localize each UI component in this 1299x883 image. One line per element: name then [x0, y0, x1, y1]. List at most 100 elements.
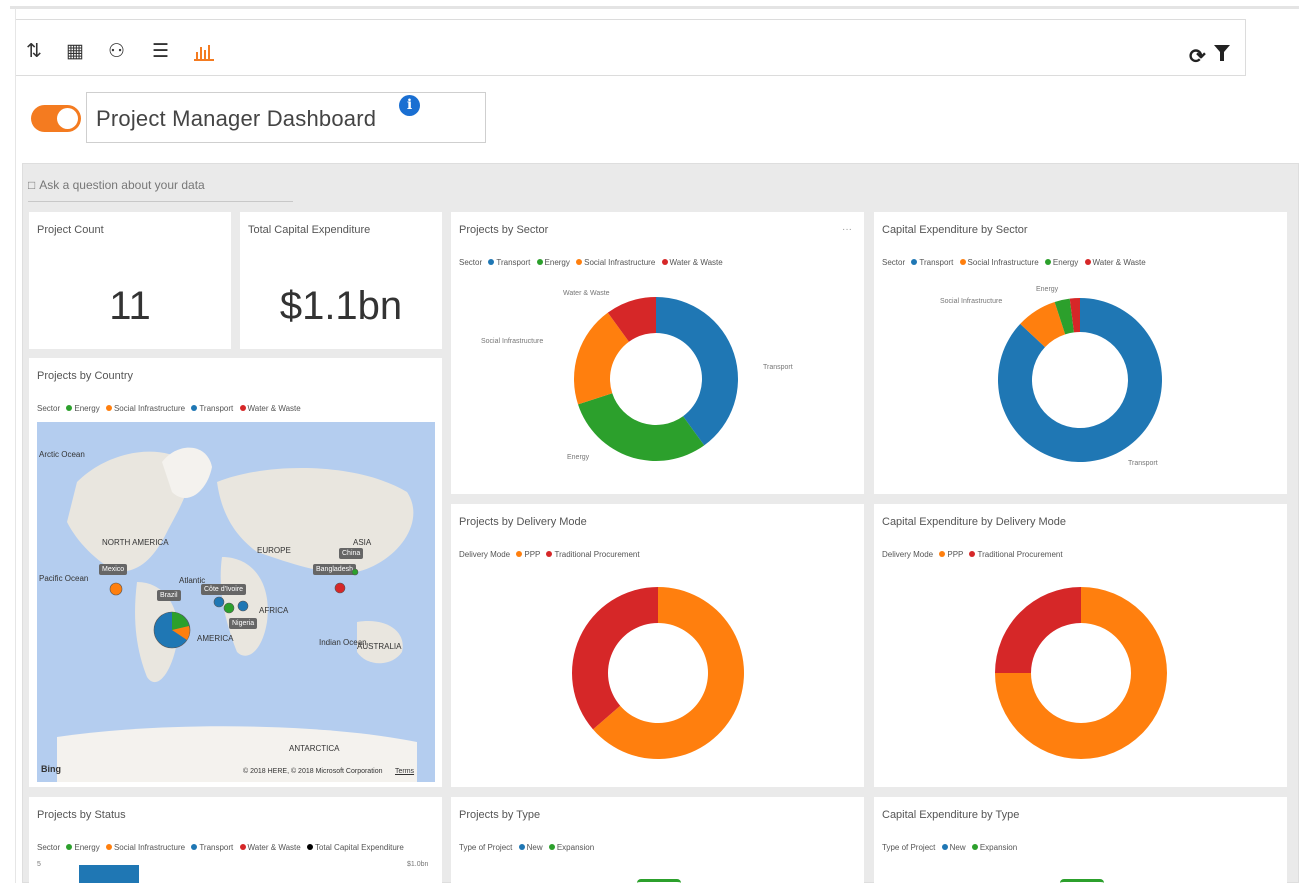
tile-title: Projects by Country	[37, 370, 133, 382]
legend-item: Expansion	[979, 843, 1018, 852]
donut-slice-traditional-procurement[interactable]	[572, 587, 658, 730]
legend-dot	[959, 259, 966, 265]
slice-label-water: Water & Waste	[563, 290, 610, 297]
toolbar: ⇅ ▦ ⚇ ☰ ⟳	[16, 19, 1246, 76]
legend-dot	[1084, 259, 1091, 265]
legend-item: Water & Waste	[1092, 258, 1146, 267]
qa-input[interactable]: □ Ask a question about your data	[28, 178, 293, 202]
legend-title: Sector	[459, 258, 483, 267]
tile-title: Total Capital Expenditure	[248, 224, 371, 236]
legend-item: Water & Waste	[247, 404, 301, 413]
tile-projects-by-type[interactable]: Projects by Type Type of Project New Exp…	[451, 797, 864, 883]
legend-item: Social Infrastructure	[113, 843, 186, 852]
legend-item: Social Infrastructure	[967, 258, 1039, 267]
filter-glyph	[1214, 45, 1230, 61]
tile-projects-by-sector[interactable]: Projects by Sector ··· Sector Transport …	[451, 212, 864, 494]
map-terms-link[interactable]: Terms	[395, 768, 414, 775]
tile-capex-by-type[interactable]: Capital Expenditure by Type Type of Proj…	[874, 797, 1287, 883]
legend-title: Type of Project	[459, 843, 513, 852]
page-title: Project Manager Dashboard	[96, 106, 377, 131]
legend-dot	[548, 844, 555, 850]
legend-item: Social Infrastructure	[584, 258, 656, 267]
legend-dot	[1044, 259, 1051, 265]
users-icon[interactable]: ⚇	[108, 42, 125, 62]
legend-item: Transport	[199, 843, 234, 852]
slice-label-energy: Energy	[1036, 286, 1059, 293]
kpi-value: $1.1bn	[279, 284, 403, 328]
tile-project-count[interactable]: Project Count 11	[29, 212, 231, 349]
legend-dot	[66, 405, 73, 411]
donut-capex-by-delivery[interactable]	[994, 586, 1168, 760]
legend-dot	[939, 551, 946, 557]
tile-projects-by-country[interactable]: Projects by Country Sector Energy Social…	[29, 358, 442, 787]
legend-dot	[306, 844, 313, 850]
legend-item: Transport	[919, 258, 954, 267]
legend-title: Delivery Mode	[882, 550, 934, 559]
legend-title: Sector	[37, 843, 61, 852]
bubble-cote	[213, 596, 225, 608]
legend-dot	[941, 844, 948, 850]
tile-capex-by-delivery[interactable]: Capital Expenditure by Delivery Mode Del…	[874, 504, 1287, 787]
dashboard-toggle[interactable]	[31, 105, 81, 132]
tile-total-capex[interactable]: Total Capital Expenditure $1.1bn	[240, 212, 442, 349]
legend-item: New	[949, 843, 966, 852]
legend-item: Traditional Procurement	[554, 550, 640, 559]
legend-dot	[191, 844, 198, 850]
legend-item: Water & Waste	[247, 843, 301, 852]
legend-dot	[546, 551, 553, 557]
legend-item: PPP	[947, 550, 964, 559]
donut-projects-by-sector[interactable]	[571, 294, 741, 464]
legend-item: Water & Waste	[669, 258, 723, 267]
slice-label-transport: Transport	[763, 364, 793, 371]
tile-title: Projects by Sector	[459, 224, 549, 236]
tile-capex-by-sector[interactable]: Capital Expenditure by Sector Sector Tra…	[874, 212, 1287, 494]
tile-title: Projects by Delivery Mode	[459, 516, 587, 528]
top-border	[10, 6, 1299, 9]
legend-item: Traditional Procurement	[977, 550, 1063, 559]
tile-title: Projects by Status	[37, 809, 126, 821]
legend-title: Delivery Mode	[459, 550, 511, 559]
legend-dot	[661, 259, 668, 265]
bubble-mexico	[109, 582, 123, 596]
legend-item: Energy	[74, 843, 100, 852]
bubble-nigeria	[237, 600, 249, 612]
tile-projects-by-delivery[interactable]: Projects by Delivery Mode Delivery Mode …	[451, 504, 864, 787]
donut-slice-traditional-procurement[interactable]	[995, 587, 1081, 673]
list-icon[interactable]: ☰	[152, 42, 169, 62]
legend: Delivery Mode PPP Traditional Procuremen…	[459, 550, 640, 559]
status-bar[interactable]	[79, 865, 139, 883]
legend: Sector Transport Energy Social Infrastru…	[459, 258, 723, 267]
legend-item: New	[526, 843, 543, 852]
legend-dot	[105, 844, 112, 850]
legend: Type of Project New Expansion	[459, 843, 594, 852]
legend-item: PPP	[524, 550, 541, 559]
legend-dot	[488, 259, 495, 265]
legend-dot	[576, 259, 583, 265]
donut-capex-by-sector[interactable]	[996, 296, 1164, 464]
bar-chart-glyph	[194, 45, 214, 61]
tile-title: Project Count	[37, 224, 104, 236]
world-map[interactable]: Arctic Ocean NORTH AMERICA EUROPE ASIA P…	[37, 422, 435, 782]
bar-chart-icon[interactable]	[194, 42, 216, 67]
filter-icon[interactable]	[1214, 44, 1230, 68]
donut-slice-transport[interactable]	[656, 297, 738, 446]
slice-label-social: Social Infrastructure	[940, 298, 1003, 305]
map-copyright: © 2018 HERE, © 2018 Microsoft Corporatio…	[243, 768, 383, 775]
legend-item: Social Infrastructure	[113, 404, 186, 413]
bing-logo[interactable]: Bing	[41, 764, 61, 774]
legend-item: Transport	[496, 258, 531, 267]
bubble-bangladesh	[334, 582, 346, 594]
calendar-icon[interactable]: ▦	[66, 42, 84, 62]
tile-projects-by-status[interactable]: Projects by Status Sector Energy Social …	[29, 797, 442, 883]
slice-label-energy: Energy	[567, 454, 590, 461]
donut-slice-energy[interactable]	[578, 393, 705, 461]
left-border	[15, 8, 16, 883]
legend-dot	[239, 405, 246, 411]
info-icon[interactable]: i	[399, 95, 420, 116]
more-options-icon[interactable]: ···	[842, 224, 852, 235]
donut-projects-by-delivery[interactable]	[571, 586, 745, 760]
refresh-icon[interactable]: ⟳	[1189, 44, 1206, 69]
slice-label-transport: Transport	[1128, 460, 1158, 467]
legend-title: Sector	[37, 404, 61, 413]
sort-az-icon[interactable]: ⇅	[26, 42, 42, 62]
